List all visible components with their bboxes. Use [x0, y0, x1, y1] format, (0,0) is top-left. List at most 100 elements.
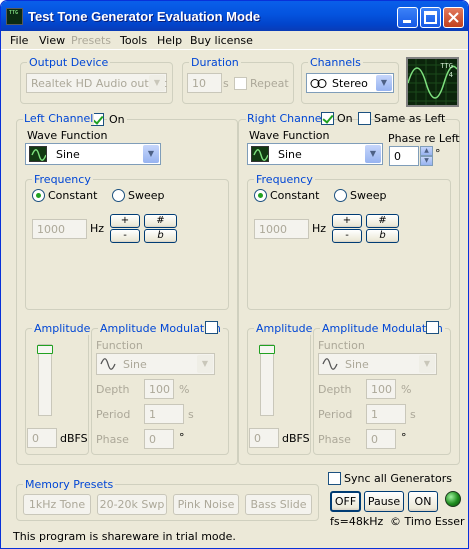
- right-constant-radio[interactable]: [254, 189, 267, 202]
- chevron-down-icon: ▼: [365, 145, 381, 163]
- right-frequency-input[interactable]: 1000: [254, 219, 309, 239]
- chevron-down-icon: ▼: [149, 75, 165, 91]
- left-wave-value: Sine: [56, 148, 80, 161]
- right-period-input[interactable]: 1: [366, 404, 406, 424]
- oscilloscope-logo: TTG 4: [406, 57, 459, 107]
- left-frequency-unit: Hz: [90, 222, 105, 235]
- right-phase-input[interactable]: 0: [366, 429, 396, 449]
- stereo-icon: [310, 79, 327, 88]
- spin-up-icon[interactable]: ▲: [420, 146, 433, 156]
- off-button[interactable]: OFF: [330, 491, 361, 512]
- right-depth-label: Depth: [318, 383, 352, 396]
- right-phase-label: Phase: [318, 433, 351, 446]
- sine-wave-icon: [29, 146, 47, 162]
- left-amplitude-input[interactable]: 0: [27, 428, 57, 448]
- left-am-function-select[interactable]: Sine ▼: [96, 353, 215, 375]
- right-amplitude-input[interactable]: 0: [249, 428, 279, 448]
- chevron-down-icon: ▼: [143, 145, 159, 163]
- preset-20-20k-sweep-button[interactable]: 20-20k Swp: [97, 494, 167, 515]
- duration-group: Duration 10 s Repeat: [182, 56, 294, 104]
- menu-tools[interactable]: Tools: [120, 34, 147, 47]
- right-freq-flat-button[interactable]: b: [366, 229, 399, 243]
- app-icon[interactable]: TTG: [6, 8, 23, 25]
- right-sweep-radio[interactable]: [334, 189, 347, 202]
- output-device-select[interactable]: Realtek HD Audio output ▼: [26, 73, 167, 93]
- left-freq-minus-button[interactable]: -: [110, 229, 140, 243]
- preset-1khz-tone-button[interactable]: 1kHz Tone: [23, 494, 91, 515]
- left-on-label: On: [107, 113, 127, 126]
- minimize-button[interactable]: [397, 7, 418, 28]
- left-frequency-input[interactable]: 1000: [32, 219, 87, 239]
- left-amplitude-slider-thumb[interactable]: [37, 345, 53, 354]
- repeat-checkbox[interactable]: [234, 77, 247, 90]
- right-amplitude-slider-thumb[interactable]: [259, 345, 275, 354]
- right-on-checkbox[interactable]: [321, 112, 334, 125]
- right-phase-unit: °: [401, 431, 407, 444]
- right-wave-select[interactable]: Sine ▼: [247, 143, 383, 165]
- left-period-input[interactable]: 1: [144, 404, 184, 424]
- left-freq-sharp-button[interactable]: #: [144, 214, 177, 228]
- pause-button[interactable]: Pause: [364, 491, 404, 512]
- right-am-checkbox[interactable]: [426, 321, 439, 334]
- spin-down-icon[interactable]: ▼: [420, 156, 433, 166]
- phase-re-left-label: Phase re Left: [388, 132, 460, 145]
- left-amplitude-slider[interactable]: [38, 344, 52, 416]
- menu-help[interactable]: Help: [157, 34, 182, 47]
- memory-presets-label: Memory Presets: [23, 478, 116, 491]
- sync-all-checkbox[interactable]: [328, 472, 341, 485]
- title-bar[interactable]: TTG Test Tone Generator Evaluation Mode: [1, 1, 468, 31]
- main-window: TTG Test Tone Generator Evaluation Mode …: [0, 0, 469, 549]
- right-freq-minus-button[interactable]: -: [332, 229, 362, 243]
- left-freq-plus-button[interactable]: +: [110, 214, 140, 228]
- right-freq-plus-button[interactable]: +: [332, 214, 362, 228]
- left-period-label: Period: [96, 408, 131, 421]
- right-sweep-label: Sweep: [350, 189, 387, 202]
- left-am-checkbox[interactable]: [205, 321, 218, 334]
- left-phase-unit: °: [179, 431, 185, 444]
- left-period-unit: s: [188, 408, 194, 421]
- repeat-label: Repeat: [250, 77, 289, 90]
- left-am-function-label: Function: [96, 339, 143, 352]
- right-period-label: Period: [318, 408, 353, 421]
- phase-re-left-input[interactable]: 0: [389, 146, 419, 166]
- close-button[interactable]: [443, 7, 464, 28]
- duration-input[interactable]: 10: [187, 73, 222, 93]
- window-title: Test Tone Generator Evaluation Mode: [28, 9, 261, 24]
- right-am-function-value: Sine: [345, 358, 369, 371]
- phase-re-left-spinner[interactable]: ▲ ▼: [420, 146, 433, 166]
- left-depth-input[interactable]: 100: [144, 379, 174, 399]
- close-icon: [448, 12, 459, 23]
- same-as-left-checkbox[interactable]: [358, 112, 371, 125]
- right-freq-sharp-button[interactable]: #: [366, 214, 399, 228]
- right-amplitude-slider[interactable]: [260, 344, 274, 416]
- minimize-icon: [403, 20, 411, 23]
- preset-bass-slide-button[interactable]: Bass Slide: [245, 494, 312, 515]
- chevron-down-icon: ▼: [419, 355, 435, 373]
- right-depth-input[interactable]: 100: [366, 379, 396, 399]
- left-depth-unit: %: [179, 383, 190, 396]
- right-am-function-select[interactable]: Sine ▼: [318, 353, 437, 375]
- menu-buy-license[interactable]: Buy license: [190, 34, 253, 47]
- left-wave-select[interactable]: Sine ▼: [25, 143, 161, 165]
- right-depth-unit: %: [401, 383, 412, 396]
- left-freq-flat-button[interactable]: b: [144, 229, 177, 243]
- right-period-unit: s: [410, 408, 416, 421]
- left-constant-radio[interactable]: [32, 189, 45, 202]
- same-as-left-label: Same as Left: [374, 112, 446, 125]
- right-frequency-label: Frequency: [254, 173, 315, 186]
- menu-presets[interactable]: Presets: [71, 34, 111, 47]
- left-frequency-label: Frequency: [32, 173, 93, 186]
- output-device-value: Realtek HD Audio output: [31, 77, 167, 90]
- on-button[interactable]: ON: [408, 491, 438, 512]
- menu-view[interactable]: View: [39, 34, 65, 47]
- left-phase-label: Phase: [96, 433, 129, 446]
- menu-file[interactable]: File: [10, 34, 28, 47]
- left-phase-input[interactable]: 0: [144, 429, 174, 449]
- maximize-icon: [424, 11, 437, 24]
- scope-logo-bottom: 4: [448, 71, 453, 79]
- preset-pink-noise-button[interactable]: Pink Noise: [173, 494, 239, 515]
- channels-select[interactable]: Stereo ▼: [306, 73, 394, 93]
- maximize-button[interactable]: [420, 7, 441, 28]
- left-sweep-radio[interactable]: [112, 189, 125, 202]
- left-constant-label: Constant: [48, 189, 98, 202]
